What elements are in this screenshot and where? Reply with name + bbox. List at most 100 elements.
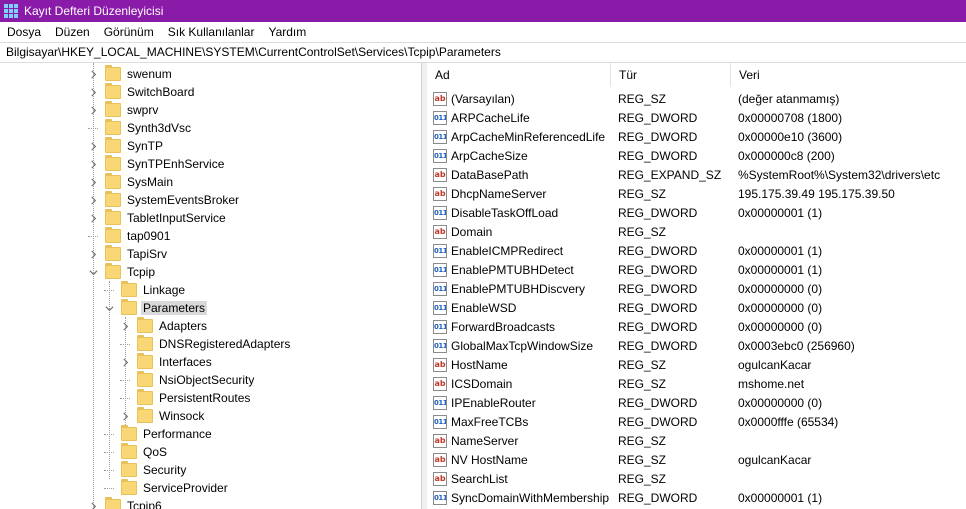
value-row[interactable]: ab Domain REG_SZ xyxy=(427,222,966,241)
value-row[interactable]: 011 ForwardBroadcasts REG_DWORD 0x00000000 … xyxy=(427,317,966,336)
menu-file[interactable]: Dosya xyxy=(0,25,48,39)
tree-node-label[interactable]: SystemEventsBroker xyxy=(125,193,241,207)
value-row[interactable]: ab DataBasePath REG_EXPAND_SZ %SystemRoot%\… xyxy=(427,165,966,184)
tree-node-label[interactable]: Winsock xyxy=(157,409,206,423)
tree-node-label[interactable]: Synth3dVsc xyxy=(125,121,193,135)
tree-node-label[interactable]: swenum xyxy=(125,67,174,81)
chevron-right-icon[interactable] xyxy=(88,501,98,509)
tree-node-label[interactable]: Performance xyxy=(141,427,214,441)
tree-node-label[interactable]: TapiSrv xyxy=(125,247,169,261)
tree-node[interactable]: TapiSrv xyxy=(88,245,169,263)
value-row[interactable]: 011 EnablePMTUBHDiscvery REG_DWORD 0x000000… xyxy=(427,279,966,298)
values-list[interactable]: Ad Tür Veri ab (Varsayılan) REG_SZ (değer a… xyxy=(427,63,966,509)
tree-node[interactable]: NsiObjectSecurity xyxy=(120,371,256,389)
tree-node[interactable]: PersistentRoutes xyxy=(120,389,252,407)
chevron-right-icon[interactable] xyxy=(88,195,98,205)
value-row[interactable]: 011 DisableTaskOffLoad REG_DWORD 0x00000001… xyxy=(427,203,966,222)
chevron-down-icon[interactable] xyxy=(104,303,114,313)
tree-node-label[interactable]: swprv xyxy=(125,103,160,117)
tree-node[interactable]: tap0901 xyxy=(88,227,172,245)
chevron-right-icon[interactable] xyxy=(88,249,98,259)
tree-node-label[interactable]: Security xyxy=(141,463,188,477)
tree-node-label[interactable]: ServiceProvider xyxy=(141,481,230,495)
tree-node-label[interactable]: SysMain xyxy=(125,175,175,189)
tree-node[interactable]: Tcpip6 xyxy=(88,497,164,509)
chevron-right-icon[interactable] xyxy=(88,141,98,151)
column-header-type[interactable]: Tür xyxy=(611,63,731,87)
menu-view[interactable]: Görünüm xyxy=(97,25,161,39)
chevron-down-icon[interactable] xyxy=(88,267,98,277)
tree-node-label[interactable]: PersistentRoutes xyxy=(157,391,252,405)
tree-node[interactable]: SynTPEnhService xyxy=(88,155,226,173)
value-row[interactable]: ab DhcpNameServer REG_SZ 195.175.39.49 195.… xyxy=(427,184,966,203)
tree-node[interactable]: SysMain xyxy=(88,173,175,191)
tree-node-label[interactable]: Linkage xyxy=(141,283,187,297)
tree-node[interactable]: Parameters xyxy=(104,299,208,317)
menu-edit[interactable]: Düzen xyxy=(48,25,97,39)
tree-node[interactable]: SwitchBoard xyxy=(88,83,196,101)
value-row[interactable]: ab HostName REG_SZ ogulcanKacar xyxy=(427,355,966,374)
value-row[interactable]: ab ICSDomain REG_SZ mshome.net xyxy=(427,374,966,393)
tree-node-label[interactable]: DNSRegisteredAdapters xyxy=(157,337,292,351)
tree-node-label[interactable]: SynTPEnhService xyxy=(125,157,226,171)
value-row[interactable]: ab (Varsayılan) REG_SZ (değer atanmamış) xyxy=(427,89,966,108)
tree-node-label[interactable]: QoS xyxy=(141,445,169,459)
chevron-right-icon[interactable] xyxy=(88,69,98,79)
menu-help[interactable]: Yardım xyxy=(261,25,313,39)
column-header-name[interactable]: Ad xyxy=(427,63,611,87)
value-row[interactable]: 011 EnableWSD REG_DWORD 0x00000000 (0) xyxy=(427,298,966,317)
chevron-right-icon[interactable] xyxy=(120,321,130,331)
tree-node[interactable]: Performance xyxy=(104,425,214,443)
tree-branch-line xyxy=(104,447,114,457)
tree-node[interactable]: Security xyxy=(104,461,188,479)
chevron-right-icon[interactable] xyxy=(88,213,98,223)
registry-tree[interactable]: swenum SwitchBoard swprv Synth3dVsc SynTP Syn… xyxy=(0,63,422,509)
tree-node-label[interactable]: SwitchBoard xyxy=(125,85,196,99)
chevron-right-icon[interactable] xyxy=(88,159,98,169)
tree-node[interactable]: swenum xyxy=(88,65,174,83)
tree-node[interactable]: Winsock xyxy=(120,407,206,425)
tree-node-label[interactable]: Tcpip xyxy=(125,265,157,279)
tree-node[interactable]: Adapters xyxy=(120,317,209,335)
tree-node-label[interactable]: NsiObjectSecurity xyxy=(157,373,256,387)
tree-node[interactable]: Interfaces xyxy=(120,353,214,371)
menu-favorites[interactable]: Sık Kullanılanlar xyxy=(161,25,262,39)
tree-node-label[interactable]: Tcpip6 xyxy=(125,499,164,509)
value-row[interactable]: 011 EnablePMTUBHDetect REG_DWORD 0x00000001… xyxy=(427,260,966,279)
tree-node-label[interactable]: SynTP xyxy=(125,139,165,153)
value-row[interactable]: 011 EnableICMPRedirect REG_DWORD 0x00000001… xyxy=(427,241,966,260)
tree-node[interactable]: DNSRegisteredAdapters xyxy=(120,335,292,353)
tree-node-label[interactable]: Parameters xyxy=(141,301,208,315)
value-row[interactable]: 011 IPEnableRouter REG_DWORD 0x00000000 (0) xyxy=(427,393,966,412)
value-row[interactable]: ab NV HostName REG_SZ ogulcanKacar xyxy=(427,450,966,469)
tree-node[interactable]: QoS xyxy=(104,443,169,461)
column-header-data[interactable]: Veri xyxy=(731,63,966,87)
tree-node-label[interactable]: TabletInputService xyxy=(125,211,228,225)
value-row[interactable]: 011 ArpCacheSize REG_DWORD 0x000000c8 (200) xyxy=(427,146,966,165)
chevron-right-icon[interactable] xyxy=(88,105,98,115)
tree-node[interactable]: swprv xyxy=(88,101,160,119)
chevron-right-icon[interactable] xyxy=(88,87,98,97)
value-row[interactable]: 011 MaxFreeTCBs REG_DWORD 0x0000fffe (65534… xyxy=(427,412,966,431)
tree-node-label[interactable]: Adapters xyxy=(157,319,209,333)
tree-node[interactable]: Synth3dVsc xyxy=(88,119,193,137)
value-row[interactable]: 011 SyncDomainWithMembership REG_DWORD 0x00… xyxy=(427,488,966,507)
address-bar[interactable]: Bilgisayar\HKEY_LOCAL_MACHINE\SYSTEM\Cur… xyxy=(0,42,966,63)
chevron-right-icon[interactable] xyxy=(88,177,98,187)
value-row[interactable]: 011 GlobalMaxTcpWindowSize REG_DWORD 0x0003… xyxy=(427,336,966,355)
chevron-right-icon[interactable] xyxy=(120,357,130,367)
tree-node[interactable]: SystemEventsBroker xyxy=(88,191,241,209)
chevron-right-icon[interactable] xyxy=(120,411,130,421)
tree-node-label[interactable]: Interfaces xyxy=(157,355,214,369)
tree-node[interactable]: TabletInputService xyxy=(88,209,228,227)
tree-node[interactable]: ServiceProvider xyxy=(104,479,230,497)
value-name: NV HostName xyxy=(451,452,528,467)
value-row[interactable]: 011 ArpCacheMinReferencedLife REG_DWORD 0x0… xyxy=(427,127,966,146)
tree-node[interactable]: Tcpip xyxy=(88,263,157,281)
value-row[interactable]: 011 ARPCacheLife REG_DWORD 0x00000708 (1800… xyxy=(427,108,966,127)
tree-node[interactable]: SynTP xyxy=(88,137,165,155)
tree-node-label[interactable]: tap0901 xyxy=(125,229,172,243)
tree-node[interactable]: Linkage xyxy=(104,281,187,299)
value-row[interactable]: ab NameServer REG_SZ xyxy=(427,431,966,450)
value-row[interactable]: ab SearchList REG_SZ xyxy=(427,469,966,488)
